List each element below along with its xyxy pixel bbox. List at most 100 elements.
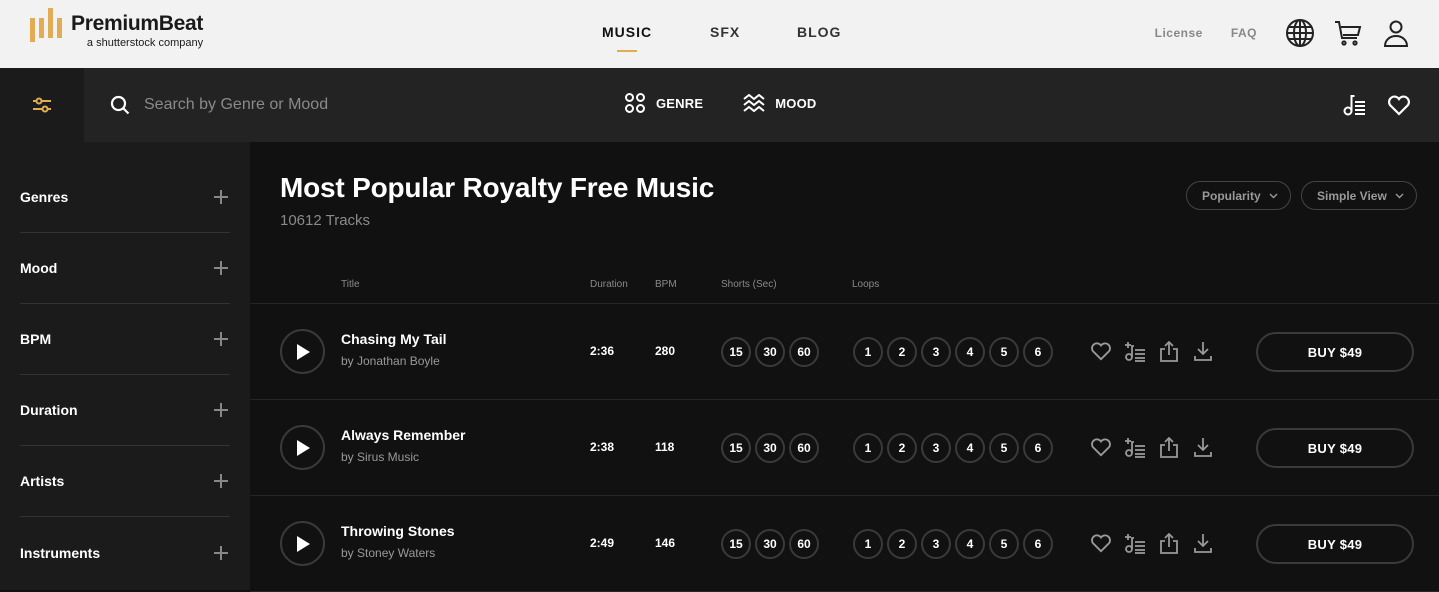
play-icon <box>296 535 310 552</box>
loop-1-button[interactable]: 1 <box>853 337 883 367</box>
loop-1-button[interactable]: 1 <box>853 433 883 463</box>
track-list-panel: Most Popular Royalty Free Music 10612 Tr… <box>250 142 1439 592</box>
loop-3-button[interactable]: 3 <box>921 529 951 559</box>
loop-5-button[interactable]: 5 <box>989 337 1019 367</box>
sidebar-item-artists[interactable]: Artists <box>20 446 230 517</box>
sidebar-item-label: Genres <box>20 189 69 205</box>
loop-4-button[interactable]: 4 <box>955 337 985 367</box>
play-button[interactable] <box>280 521 325 566</box>
filter-toggle-button[interactable] <box>0 68 84 142</box>
share-icon[interactable] <box>1158 532 1180 554</box>
loop-5-button[interactable]: 5 <box>989 433 1019 463</box>
track-bpm: 146 <box>655 536 676 550</box>
share-icon[interactable] <box>1158 340 1180 362</box>
license-link[interactable]: License <box>1155 26 1203 40</box>
cart-icon[interactable] <box>1331 16 1365 50</box>
nav-blog[interactable]: BLOG <box>797 24 841 40</box>
sidebar-item-instruments[interactable]: Instruments <box>20 517 230 588</box>
sidebar-item-duration[interactable]: Duration <box>20 375 230 446</box>
loops-group: 123456 <box>853 529 1053 559</box>
col-loops: Loops <box>852 279 880 290</box>
loops-group: 123456 <box>853 337 1053 367</box>
loop-2-button[interactable]: 2 <box>887 337 917 367</box>
user-icon[interactable] <box>1379 16 1413 50</box>
loop-4-button[interactable]: 4 <box>955 529 985 559</box>
premiumbeat-logo[interactable]: PremiumBeat a shutterstock company <box>30 8 204 49</box>
sidebar-item-label: BPM <box>20 331 52 347</box>
play-button[interactable] <box>280 329 325 374</box>
sidebar-item-label: Artists <box>20 473 65 489</box>
mood-button[interactable]: MOOD <box>743 94 816 112</box>
track-artist[interactable]: by Sirus Music <box>341 450 419 464</box>
page-title: Most Popular Royalty Free Music <box>280 172 715 203</box>
track-count: 10612 Tracks <box>280 212 371 229</box>
playlist-icon[interactable] <box>1343 93 1367 122</box>
heart-icon[interactable] <box>1090 532 1112 554</box>
download-icon[interactable] <box>1192 340 1214 362</box>
favorites-heart-icon[interactable] <box>1387 94 1411 121</box>
loop-6-button[interactable]: 6 <box>1023 529 1053 559</box>
short-60-button[interactable]: 60 <box>789 529 819 559</box>
share-icon[interactable] <box>1158 436 1180 458</box>
short-15-button[interactable]: 15 <box>721 529 751 559</box>
track-title[interactable]: Chasing My Tail <box>341 331 447 347</box>
logo-name: PremiumBeat <box>71 12 204 35</box>
search-input[interactable] <box>144 96 404 114</box>
loop-6-button[interactable]: 6 <box>1023 337 1053 367</box>
nav-music[interactable]: MUSIC <box>602 24 652 40</box>
add-to-playlist-icon[interactable] <box>1124 436 1146 458</box>
loop-1-button[interactable]: 1 <box>853 529 883 559</box>
short-30-button[interactable]: 30 <box>755 337 785 367</box>
play-button[interactable] <box>280 425 325 470</box>
buy-button[interactable]: BUY $49 <box>1256 524 1414 564</box>
plus-icon <box>214 261 228 275</box>
faq-link[interactable]: FAQ <box>1231 26 1257 40</box>
track-artist[interactable]: by Stoney Waters <box>341 546 435 560</box>
track-row: Throwing Stones by Stoney Waters 2:49 14… <box>250 496 1439 592</box>
buy-button[interactable]: BUY $49 <box>1256 332 1414 372</box>
heart-icon[interactable] <box>1090 436 1112 458</box>
shorts-group: 15 30 60 <box>721 433 819 463</box>
genre-label: GENRE <box>656 95 704 111</box>
download-icon[interactable] <box>1192 532 1214 554</box>
logo-tagline: a shutterstock company <box>86 37 204 49</box>
filter-sidebar: Genres Mood BPM Duration Artists Instrum… <box>0 142 250 590</box>
loop-4-button[interactable]: 4 <box>955 433 985 463</box>
short-30-button[interactable]: 30 <box>755 433 785 463</box>
loop-2-button[interactable]: 2 <box>887 529 917 559</box>
loop-2-button[interactable]: 2 <box>887 433 917 463</box>
add-to-playlist-icon[interactable] <box>1124 340 1146 362</box>
logo-bars-icon <box>30 8 62 42</box>
loop-5-button[interactable]: 5 <box>989 529 1019 559</box>
sidebar-item-bpm[interactable]: BPM <box>20 304 230 375</box>
short-60-button[interactable]: 60 <box>789 337 819 367</box>
short-15-button[interactable]: 15 <box>721 337 751 367</box>
sidebar-item-mood[interactable]: Mood <box>20 233 230 304</box>
sidebar-item-label: Mood <box>20 260 58 276</box>
track-artist[interactable]: by Jonathan Boyle <box>341 354 440 368</box>
short-15-button[interactable]: 15 <box>721 433 751 463</box>
track-row: Always Remember by Sirus Music 2:38 118 … <box>250 400 1439 496</box>
sidebar-item-genres[interactable]: Genres <box>20 142 230 233</box>
globe-icon[interactable] <box>1283 16 1317 50</box>
loop-3-button[interactable]: 3 <box>921 433 951 463</box>
genre-button[interactable]: GENRE <box>624 92 703 114</box>
nav-sfx[interactable]: SFX <box>710 24 740 40</box>
heart-icon[interactable] <box>1090 340 1112 362</box>
buy-button[interactable]: BUY $49 <box>1256 428 1414 468</box>
view-selected: Simple View <box>1317 188 1387 203</box>
sidebar-item-label: Instruments <box>20 544 101 561</box>
short-60-button[interactable]: 60 <box>789 433 819 463</box>
sliders-icon <box>33 97 51 113</box>
download-icon[interactable] <box>1192 436 1214 458</box>
track-duration: 2:49 <box>590 536 615 550</box>
add-to-playlist-icon[interactable] <box>1124 532 1146 554</box>
loop-3-button[interactable]: 3 <box>921 337 951 367</box>
track-title[interactable]: Always Remember <box>341 427 466 443</box>
track-title[interactable]: Throwing Stones <box>341 523 455 539</box>
sort-dropdown[interactable]: Popularity <box>1186 181 1291 210</box>
short-30-button[interactable]: 30 <box>755 529 785 559</box>
loop-6-button[interactable]: 6 <box>1023 433 1053 463</box>
view-dropdown[interactable]: Simple View <box>1301 181 1417 210</box>
loops-group: 123456 <box>853 433 1053 463</box>
